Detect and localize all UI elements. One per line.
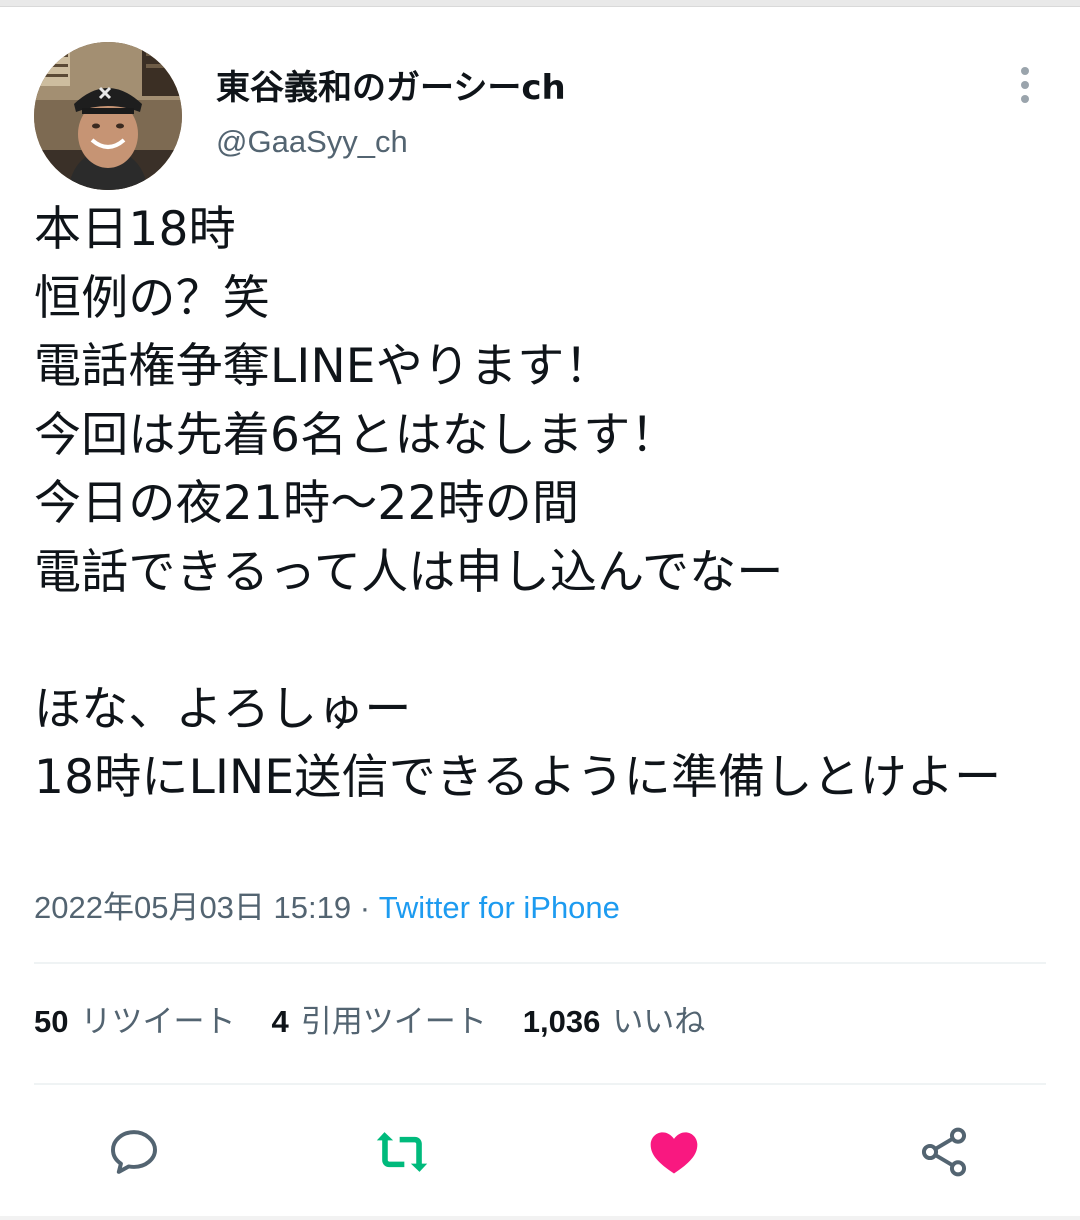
meta-separator: ·	[351, 890, 379, 925]
bottom-edge	[0, 1216, 1080, 1220]
divider	[34, 1083, 1046, 1085]
tweet-timestamp[interactable]: 2022年05月03日 15:19	[34, 890, 351, 925]
top-edge	[0, 0, 1080, 7]
retweet-count[interactable]: 50 リツイート	[34, 1000, 235, 1044]
like-count-label: いいね	[612, 1004, 706, 1039]
avatar-photo	[34, 42, 182, 190]
reply-icon	[111, 1130, 157, 1174]
user-handle[interactable]: @GaaSyy_ch	[216, 122, 408, 162]
tweet-meta: 2022年05月03日 15:19 · Twitter for iPhone	[34, 886, 620, 930]
heart-icon	[650, 1132, 698, 1174]
retweet-icon	[376, 1132, 428, 1172]
retweet-count-label: リツイート	[80, 1004, 236, 1039]
tweet-stats: 50 リツイート 4 引用ツイート 1,036 いいね	[34, 1000, 705, 1044]
share-button[interactable]	[916, 1124, 972, 1180]
reply-button[interactable]	[106, 1124, 162, 1180]
tweet-source-link[interactable]: Twitter for iPhone	[379, 890, 620, 925]
avatar[interactable]	[34, 42, 182, 190]
retweet-button[interactable]	[374, 1124, 430, 1180]
quote-count-value: 4	[271, 1004, 289, 1039]
display-name[interactable]: 東谷義和のガーシーch	[216, 66, 566, 110]
retweet-count-value: 50	[34, 1004, 69, 1039]
more-options-icon[interactable]	[1004, 62, 1046, 108]
quote-count[interactable]: 4 引用ツイート	[271, 1000, 486, 1044]
quote-count-label: 引用ツイート	[300, 1004, 487, 1039]
like-count-value: 1,036	[522, 1004, 601, 1039]
like-count[interactable]: 1,036 いいね	[523, 1000, 706, 1044]
tweet-text: 本日18時 恒例の？笑 電話権争奪LINEやります！ 今回は先着6名とはなします…	[34, 202, 1002, 805]
divider	[34, 962, 1046, 964]
share-icon	[921, 1127, 967, 1177]
like-button[interactable]	[646, 1124, 702, 1180]
